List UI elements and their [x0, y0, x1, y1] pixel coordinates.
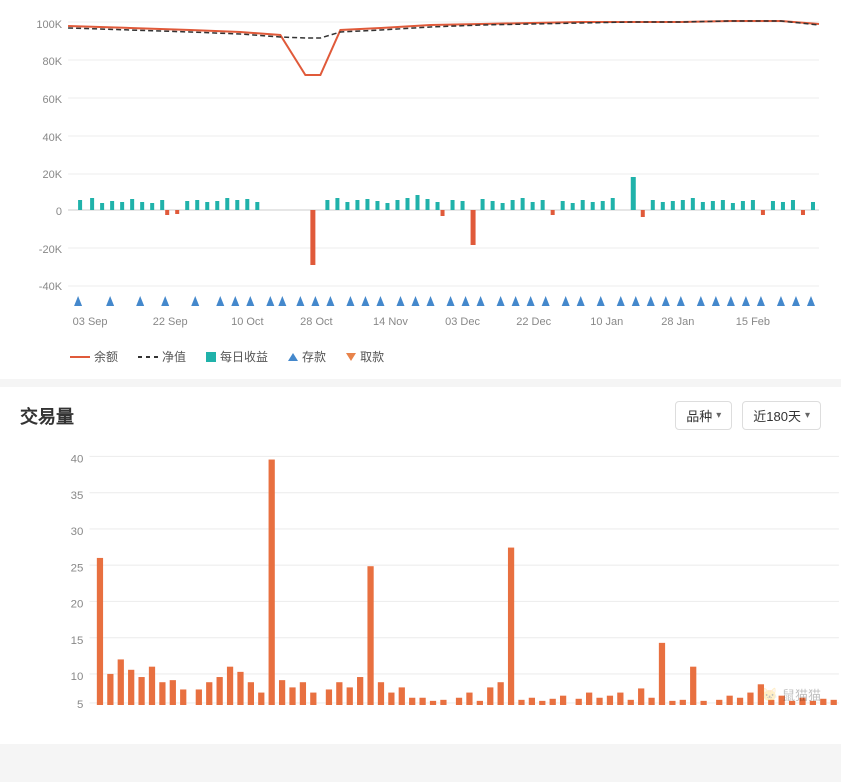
svg-text:-40K: -40K — [39, 281, 63, 293]
watermark-icon: 🐱 — [762, 687, 778, 703]
svg-text:60K: 60K — [42, 94, 62, 106]
svg-text:100K: 100K — [36, 19, 62, 31]
top-chart-svg: 100K 80K 60K 40K 20K 0 -20K -40K — [10, 10, 821, 340]
svg-text:14 Nov: 14 Nov — [373, 316, 408, 328]
svg-text:03 Dec: 03 Dec — [445, 316, 480, 328]
legend-daily-return: 每日收益 — [206, 348, 268, 365]
svg-text:30: 30 — [71, 526, 84, 538]
svg-text:20: 20 — [71, 599, 84, 611]
legend-deposit: 存款 — [288, 348, 326, 365]
legend-withdrawal: 取款 — [346, 348, 384, 365]
category-filter-btn[interactable]: 品种 — [675, 401, 732, 430]
svg-text:22 Dec: 22 Dec — [516, 316, 551, 328]
svg-text:40K: 40K — [42, 132, 62, 144]
svg-text:28 Oct: 28 Oct — [300, 316, 332, 328]
svg-text:10 Oct: 10 Oct — [231, 316, 263, 328]
svg-text:25: 25 — [71, 562, 84, 574]
top-chart-area: 100K 80K 60K 40K 20K 0 -20K -40K — [10, 10, 821, 340]
header-controls: 品种 近180天 — [675, 401, 821, 430]
svg-text:22 Sep: 22 Sep — [153, 316, 188, 328]
svg-text:28 Jan: 28 Jan — [661, 316, 694, 328]
bottom-chart-area: 40 35 30 25 20 15 10 5 — [0, 444, 841, 734]
svg-text:-20K: -20K — [39, 244, 63, 256]
svg-text:15: 15 — [71, 635, 84, 647]
svg-text:5: 5 — [77, 699, 83, 711]
top-chart-section: 100K 80K 60K 40K 20K 0 -20K -40K — [0, 0, 841, 379]
svg-text:35: 35 — [71, 490, 84, 502]
bottom-chart-title: 交易量 — [20, 403, 74, 429]
top-chart-legend: 余额 净值 每日收益 存款 取款 — [10, 340, 821, 369]
svg-text:40: 40 — [71, 454, 84, 466]
svg-text:80K: 80K — [42, 56, 62, 68]
bottom-chart-header: 交易量 品种 近180天 — [0, 387, 841, 444]
legend-balance: 余额 — [70, 348, 118, 365]
page-container: 100K 80K 60K 40K 20K 0 -20K -40K — [0, 0, 841, 782]
bottom-chart-svg: 40 35 30 25 20 15 10 5 — [50, 444, 841, 734]
svg-text:10: 10 — [71, 671, 84, 683]
svg-text:0: 0 — [56, 206, 62, 218]
watermark-text: 鼠猫猫 — [782, 685, 821, 704]
bottom-chart-section: 交易量 品种 近180天 40 35 30 25 20 15 10 5 — [0, 387, 841, 744]
watermark: 🐱 鼠猫猫 — [762, 685, 821, 704]
svg-text:03 Sep: 03 Sep — [73, 316, 108, 328]
svg-text:15 Feb: 15 Feb — [736, 316, 770, 328]
svg-text:10 Jan: 10 Jan — [590, 316, 623, 328]
period-filter-btn[interactable]: 近180天 — [742, 401, 821, 430]
legend-net-value: 净值 — [138, 348, 186, 365]
svg-text:20K: 20K — [42, 169, 62, 181]
